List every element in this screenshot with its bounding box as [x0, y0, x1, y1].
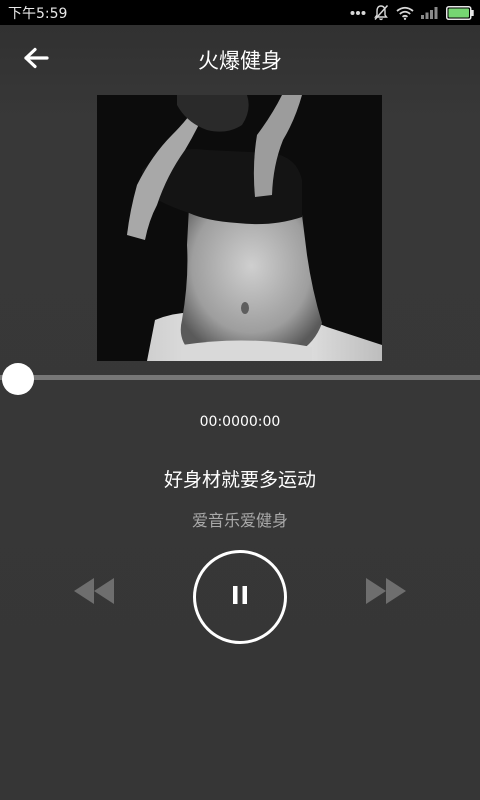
status-icons: [350, 4, 474, 21]
fast-forward-icon: [364, 576, 408, 610]
page-title: 火爆健身: [198, 49, 282, 73]
progress-thumb[interactable]: [2, 363, 34, 395]
playback-time: 00:0000:00: [199, 414, 281, 430]
progress-bar[interactable]: [0, 375, 480, 380]
wifi-icon: [396, 6, 414, 20]
rewind-icon: [72, 576, 116, 610]
album-cover: [97, 95, 382, 361]
notifications-muted-icon: [373, 4, 389, 21]
song-title: 好身材就要多运动: [163, 469, 316, 491]
previous-button[interactable]: [68, 572, 120, 614]
signal-icon: [421, 6, 439, 19]
song-subtitle: 爱音乐爱健身: [191, 511, 288, 530]
back-button[interactable]: [16, 43, 56, 77]
more-dots-icon: [350, 10, 366, 16]
status-bar: 下午5:59: [0, 0, 480, 25]
header: 火爆健身: [0, 25, 480, 95]
back-arrow-icon: [23, 47, 49, 73]
next-button[interactable]: [360, 572, 412, 614]
pause-icon: [230, 585, 250, 609]
status-time: 下午5:59: [8, 5, 68, 22]
play-pause-button[interactable]: [193, 550, 287, 644]
music-player-screen: 下午5:59 火爆健身 00:0000:00 好身材就要多运动 爱音乐爱健身: [0, 0, 480, 800]
battery-icon: [446, 5, 474, 20]
